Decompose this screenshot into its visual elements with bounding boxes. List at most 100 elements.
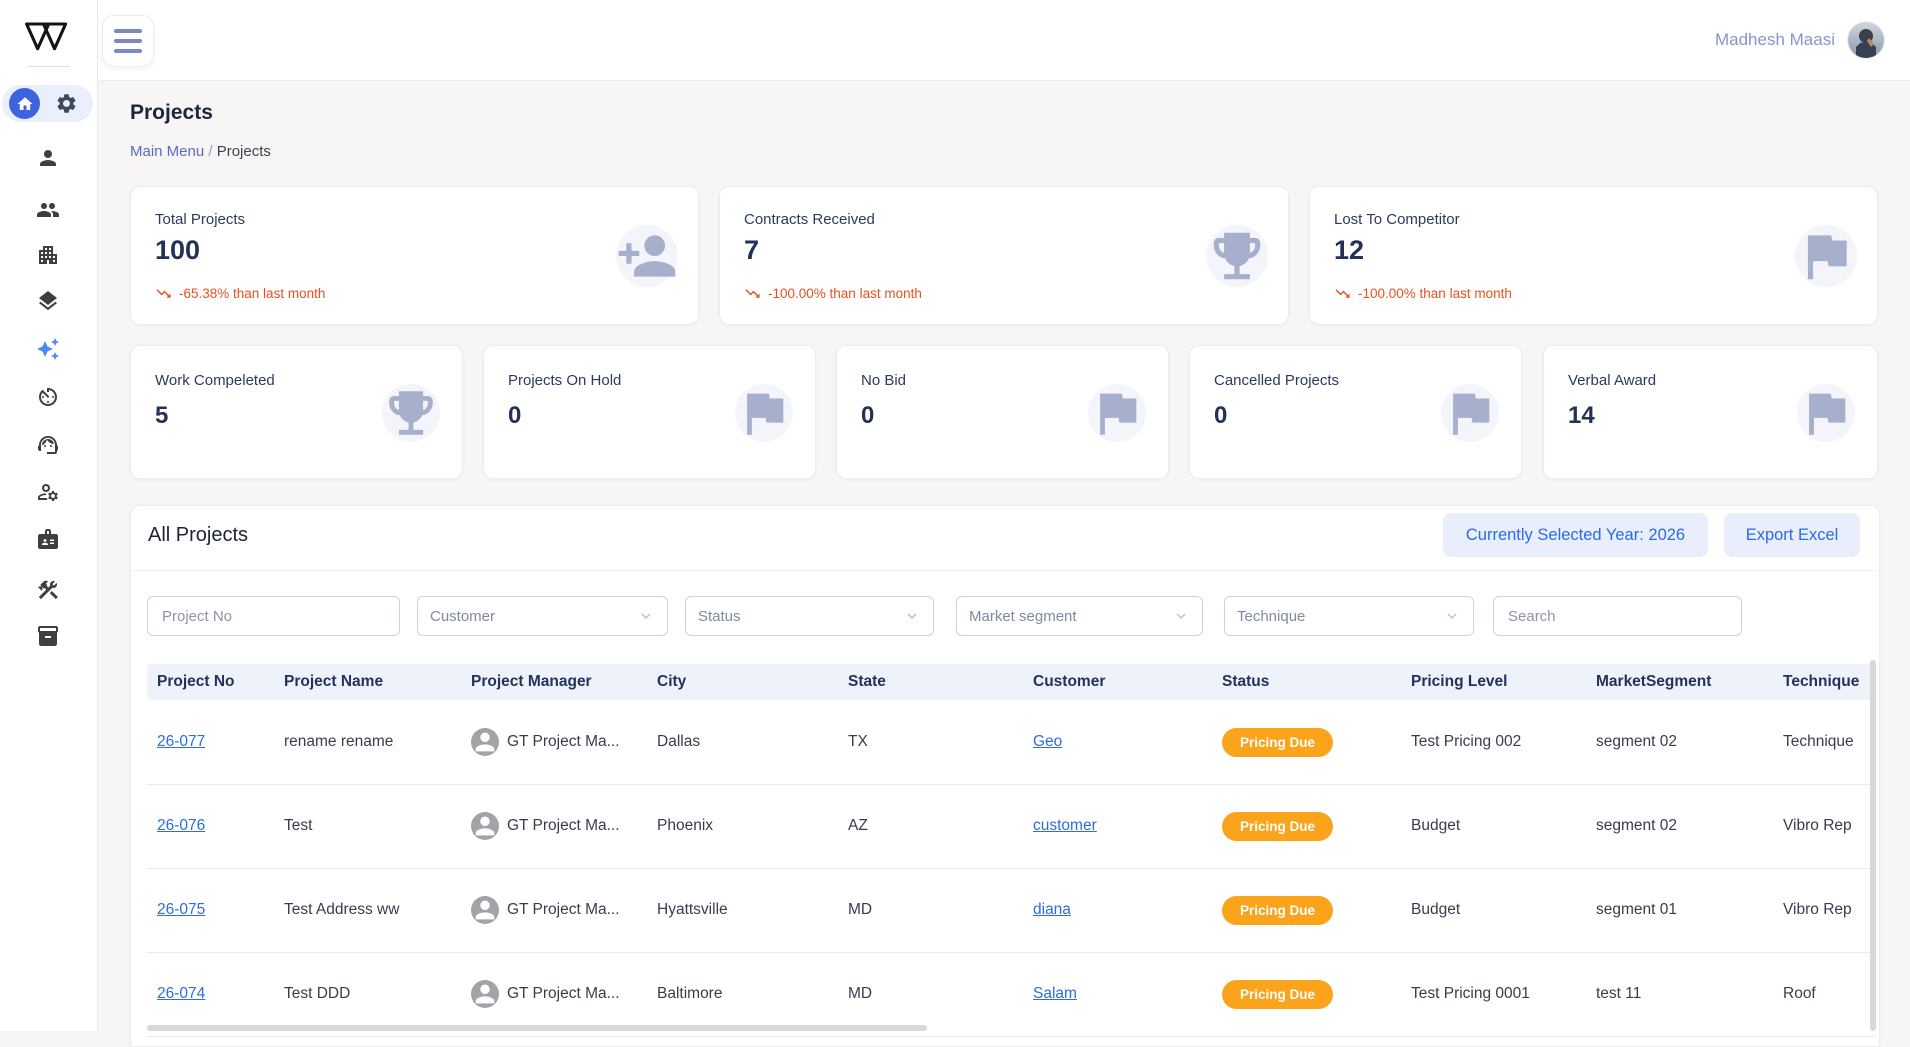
technique-cell: Vibro Rep: [1783, 784, 1876, 868]
search-input[interactable]: [1493, 596, 1742, 636]
chevron-down-icon: [1443, 607, 1461, 625]
stat-value: 12: [1334, 235, 1364, 266]
column-header-project-no: Project No: [157, 664, 279, 700]
manager-avatar-icon: [471, 812, 499, 840]
search-field[interactable]: [1506, 607, 1729, 626]
layers-icon[interactable]: [36, 289, 60, 313]
trophy-icon: [382, 384, 440, 442]
column-header-technique: Technique: [1783, 664, 1876, 700]
project-manager-cell: GT Project Ma...: [471, 700, 652, 784]
table-row: 26-076TestGT Project Ma...PhoenixAZcusto…: [147, 784, 1876, 869]
project-no-link[interactable]: 26-075: [157, 901, 205, 919]
settings-button[interactable]: [53, 91, 79, 117]
stat-value: 0: [861, 402, 874, 430]
pricing-level-cell: Test Pricing 002: [1411, 700, 1591, 784]
stat-card: Projects On Hold 0: [483, 345, 816, 479]
market-segment-value: Market segment: [969, 608, 1077, 625]
project-no-cell: 26-074: [157, 952, 279, 1036]
manager-name: GT Project Ma...: [507, 985, 620, 1003]
customer-cell: Salam: [1033, 952, 1217, 1036]
stat-card: Lost To Competitor12-100.00% than last m…: [1309, 186, 1878, 325]
stat-card: Verbal Award14: [1543, 345, 1878, 479]
stat-change: -100.00% than last month: [744, 285, 922, 302]
project-manager-cell: GT Project Ma...: [471, 952, 652, 1036]
technique-value: Technique: [1237, 608, 1305, 625]
pricing-level-cell: Test Pricing 0001: [1411, 952, 1591, 1036]
project-no-link[interactable]: 26-077: [157, 733, 205, 751]
city-cell: Baltimore: [657, 952, 843, 1036]
project-name-cell: Test: [284, 784, 466, 868]
manager-avatar-icon: [471, 980, 499, 1008]
timer-icon[interactable]: [36, 385, 60, 409]
state-cell: MD: [848, 868, 1028, 952]
user-avatar[interactable]: [1848, 22, 1884, 58]
user-name: Madhesh Maasi: [1715, 30, 1835, 50]
gear-icon: [55, 92, 78, 115]
project-no-cell: 26-075: [157, 868, 279, 952]
stat-card: No Bid 0: [836, 345, 1169, 479]
group-icon[interactable]: [36, 198, 60, 222]
tools-icon[interactable]: [36, 578, 60, 602]
technique-cell: Roof: [1783, 952, 1876, 1036]
project-no-link[interactable]: 26-076: [157, 817, 205, 835]
marketsegment-cell: segment 02: [1596, 700, 1778, 784]
stat-label: Projects On Hold: [508, 372, 621, 389]
selected-year-button[interactable]: Currently Selected Year: 2026: [1443, 513, 1708, 557]
stat-label: Cancelled Projects: [1214, 372, 1339, 389]
menu-toggle-button[interactable]: [102, 15, 154, 67]
breadcrumb-main-menu[interactable]: Main Menu: [130, 143, 204, 160]
status-badge: Pricing Due: [1222, 896, 1333, 925]
customer-link[interactable]: diana: [1033, 901, 1071, 919]
breadcrumb: Main Menu / Projects: [130, 143, 271, 160]
stat-change-text: -65.38% than last month: [179, 286, 325, 301]
stat-label: Contracts Received: [744, 211, 875, 228]
building-icon[interactable]: [36, 243, 60, 267]
stat-label: Verbal Award: [1568, 372, 1656, 389]
status-select[interactable]: Status: [685, 596, 934, 636]
stat-value: 100: [155, 235, 200, 266]
chevron-down-icon: [1172, 607, 1190, 625]
vertical-scrollbar[interactable]: [1870, 660, 1876, 1031]
stat-change-text: -100.00% than last month: [1358, 286, 1512, 301]
column-header-city: City: [657, 664, 843, 700]
market-segment-select[interactable]: Market segment: [956, 596, 1203, 636]
technique-select[interactable]: Technique: [1224, 596, 1474, 636]
technique-cell: Vibro Rep: [1783, 868, 1876, 952]
horizontal-scrollbar[interactable]: [147, 1025, 927, 1031]
top-bar: [97, 0, 1910, 81]
stat-value: 0: [508, 402, 521, 430]
project-no-input[interactable]: [147, 596, 400, 636]
user-menu[interactable]: Madhesh Maasi: [1715, 0, 1884, 80]
logo-divider: [28, 66, 70, 67]
home-settings-toggle: [2, 85, 93, 122]
customer-select[interactable]: Customer: [417, 596, 668, 636]
customer-link[interactable]: Salam: [1033, 985, 1077, 1003]
city-cell: Dallas: [657, 700, 843, 784]
person-icon[interactable]: [36, 146, 60, 170]
inventory-icon[interactable]: [36, 624, 60, 648]
table-row: 26-077rename renameGT Project Ma...Dalla…: [147, 700, 1876, 785]
stat-label: No Bid: [861, 372, 906, 389]
project-no-link[interactable]: 26-074: [157, 985, 205, 1003]
support-agent-icon[interactable]: [36, 433, 60, 457]
customer-cell: customer: [1033, 784, 1217, 868]
badge-icon[interactable]: [36, 527, 60, 551]
stat-change: -65.38% than last month: [155, 285, 325, 302]
customer-link[interactable]: customer: [1033, 817, 1097, 835]
manager-name: GT Project Ma...: [507, 901, 620, 919]
project-no-field[interactable]: [160, 607, 387, 626]
manage-accounts-icon[interactable]: [36, 480, 60, 504]
customer-link[interactable]: Geo: [1033, 733, 1062, 751]
status-badge: Pricing Due: [1222, 728, 1333, 757]
project-no-cell: 26-076: [157, 784, 279, 868]
home-button[interactable]: [9, 88, 40, 119]
project-name-cell: Test DDD: [284, 952, 466, 1036]
export-excel-button[interactable]: Export Excel: [1724, 513, 1860, 557]
ai-sparkle-icon[interactable]: [36, 337, 60, 361]
chevron-down-icon: [637, 607, 655, 625]
stat-value: 5: [155, 402, 168, 430]
status-badge: Pricing Due: [1222, 980, 1333, 1009]
all-projects-title: All Projects: [148, 524, 248, 547]
chevron-down-icon: [903, 607, 921, 625]
customer-cell: diana: [1033, 868, 1217, 952]
